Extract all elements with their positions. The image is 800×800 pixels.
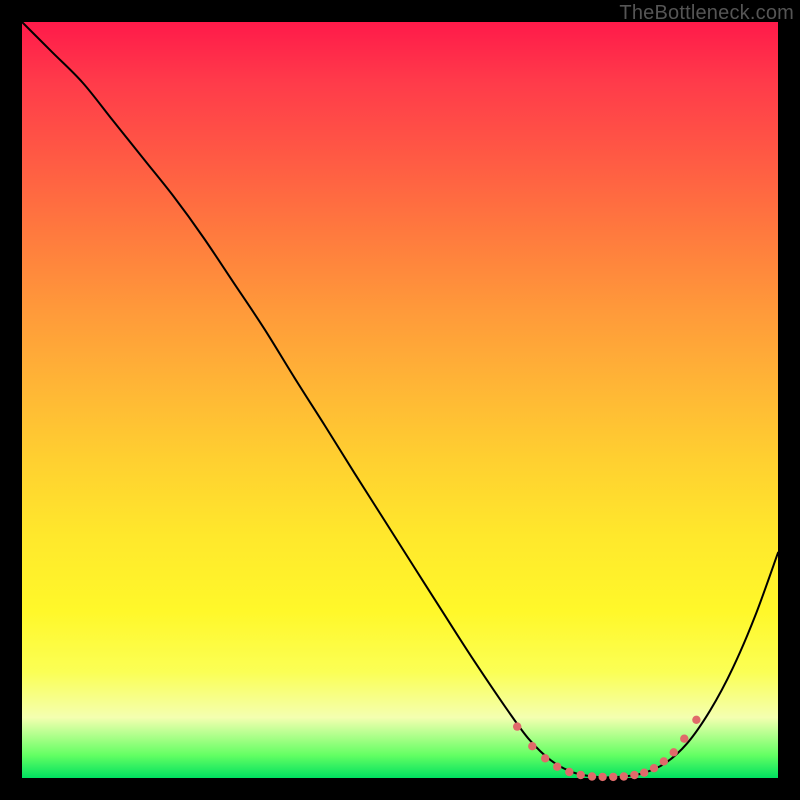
optimal-range-dots — [513, 716, 701, 782]
optimal-dot — [588, 772, 596, 780]
optimal-dot — [692, 716, 700, 724]
bottleneck-curve — [22, 22, 778, 777]
optimal-dot — [650, 764, 658, 772]
optimal-dot — [660, 757, 668, 765]
chart-container: TheBottleneck.com — [0, 0, 800, 800]
optimal-dot — [609, 773, 617, 781]
optimal-dot — [598, 773, 606, 781]
optimal-dot — [577, 771, 585, 779]
optimal-dot — [528, 742, 536, 750]
optimal-dot — [513, 722, 521, 730]
optimal-dot — [620, 772, 628, 780]
optimal-dot — [640, 769, 648, 777]
optimal-dot — [541, 754, 549, 762]
optimal-dot — [565, 768, 573, 776]
optimal-dot — [680, 735, 688, 743]
plot-area — [22, 22, 778, 778]
curve-svg — [22, 22, 778, 778]
optimal-dot — [553, 763, 561, 771]
optimal-dot — [630, 771, 638, 779]
optimal-dot — [670, 748, 678, 756]
